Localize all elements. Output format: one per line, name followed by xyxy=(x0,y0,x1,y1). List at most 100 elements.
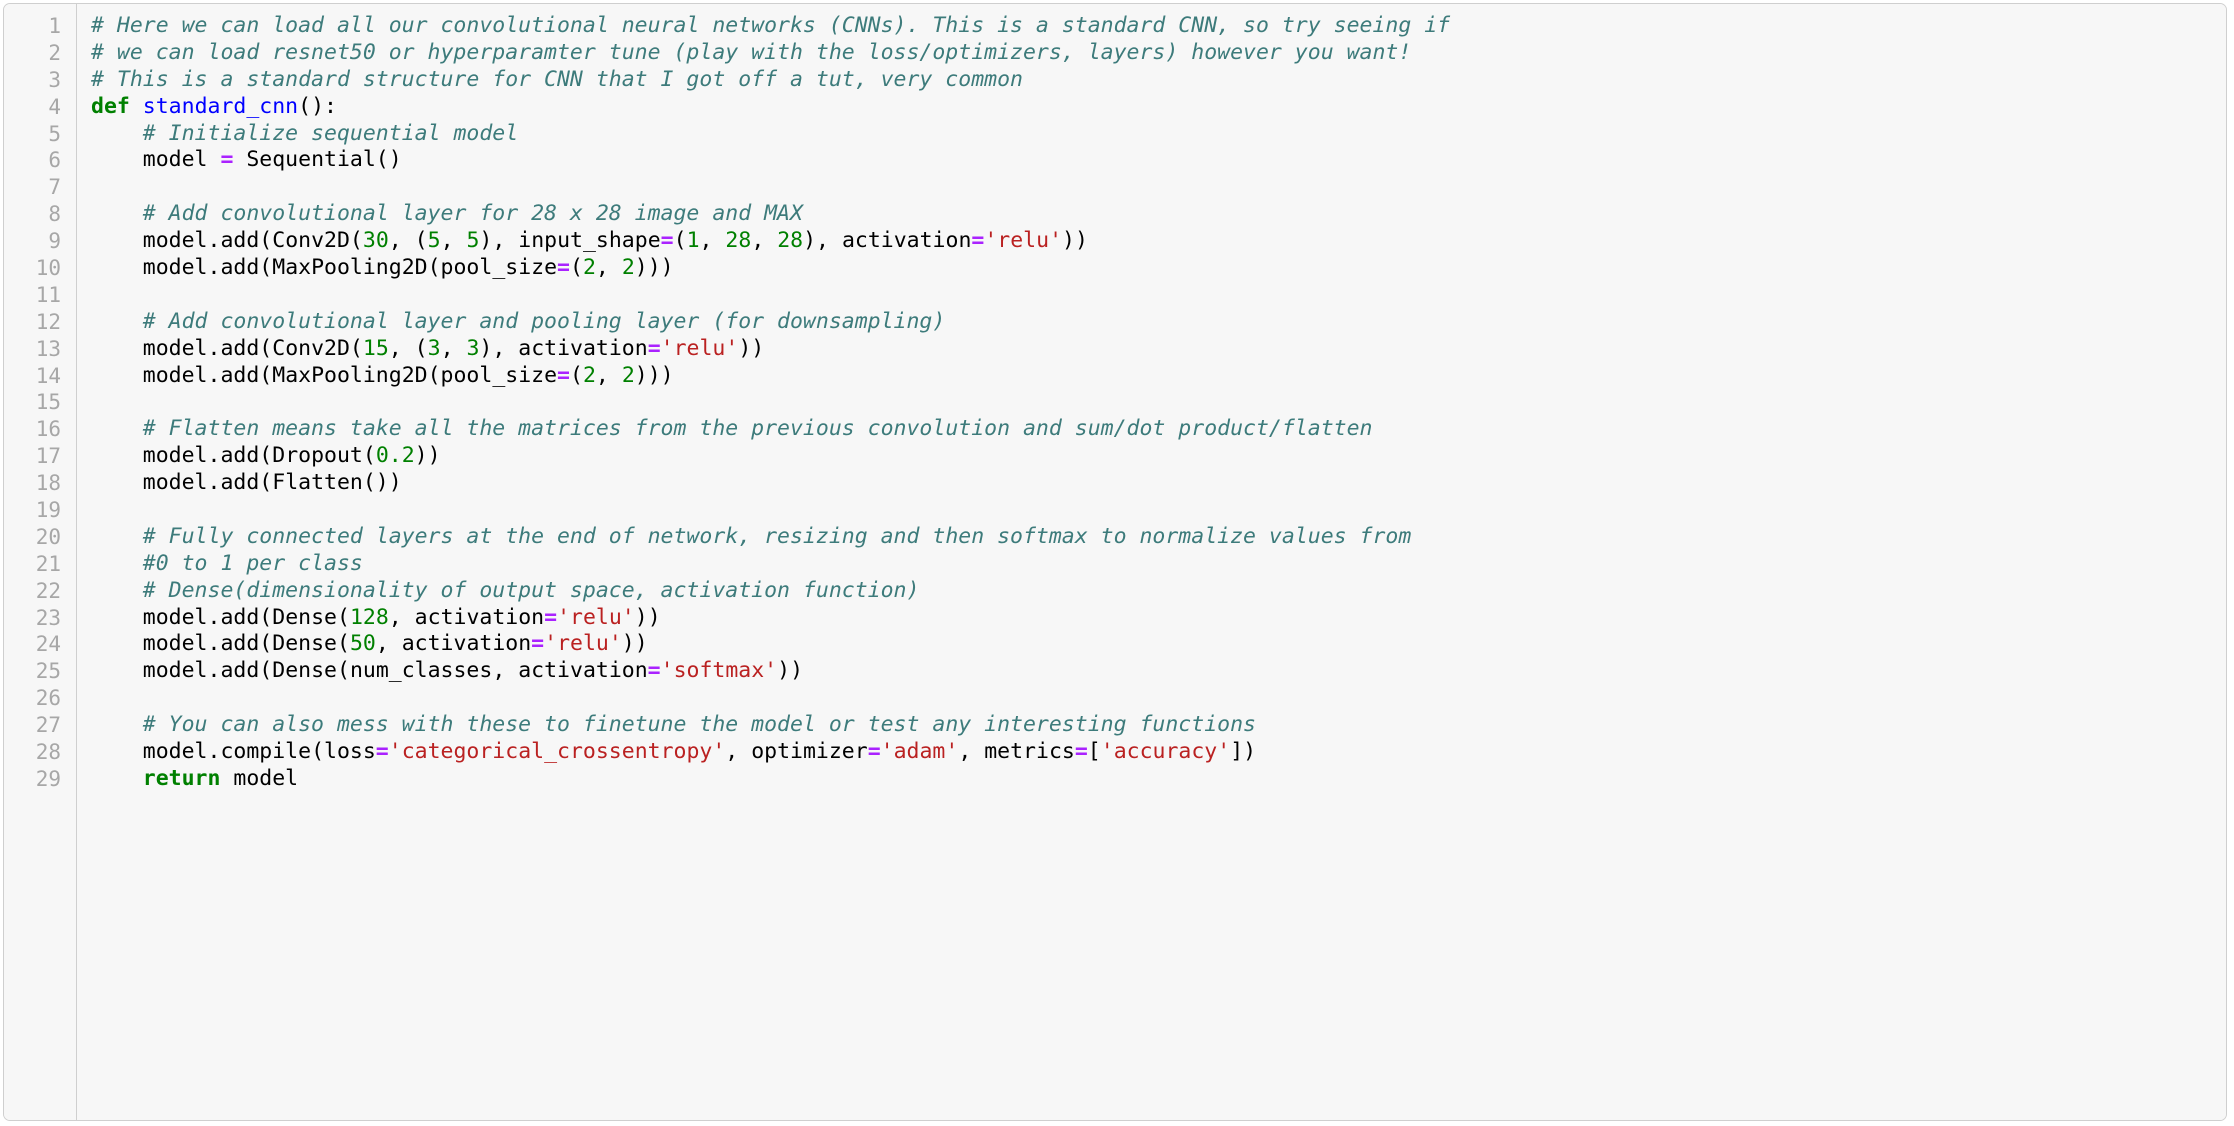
code-token-p: ( xyxy=(259,255,273,281)
code-line[interactable]: model.add(Dense(50, activation='relu')) xyxy=(91,631,2226,658)
code-line[interactable]: model.add(Dense(num_classes, activation=… xyxy=(91,658,2226,685)
code-token-o: = xyxy=(647,658,661,684)
code-line[interactable]: # Flatten means take all the matrices fr… xyxy=(91,416,2226,443)
code-line[interactable]: # You can also mess with these to finetu… xyxy=(91,712,2226,739)
code-line[interactable]: #0 to 1 per class xyxy=(91,551,2226,578)
code-token-p: , xyxy=(725,739,739,765)
line-number: 29 xyxy=(35,766,61,791)
code-line[interactable]: model.add(Dropout(0.2)) xyxy=(91,443,2226,470)
code-line[interactable]: ​ xyxy=(91,389,2226,416)
code-token-o: = xyxy=(531,631,545,657)
code-line[interactable]: ​ xyxy=(91,174,2226,201)
code-token-p: . xyxy=(207,443,221,469)
code-token-n xyxy=(712,228,725,253)
code-token-p: , xyxy=(440,335,454,361)
code-line[interactable]: # Add convolutional layer for 28 x 28 im… xyxy=(91,201,2226,228)
code-line[interactable]: # Here we can load all our convolutional… xyxy=(91,13,2226,40)
code-token-n xyxy=(91,551,143,576)
code-token-n xyxy=(91,578,143,603)
code-token-o: = xyxy=(647,335,661,361)
code-token-n: add xyxy=(220,362,260,388)
code-line[interactable]: model.add(Conv2D(15, (3, 3), activation=… xyxy=(91,336,2226,363)
code-line[interactable]: model.add(MaxPooling2D(pool_size=(2, 2))… xyxy=(91,255,2226,282)
code-line[interactable]: return model xyxy=(91,766,2226,793)
code-token-s: 'categorical_crossentropy' xyxy=(388,739,726,765)
code-token-n xyxy=(91,524,143,549)
code-line[interactable]: model.add(MaxPooling2D(pool_size=(2, 2))… xyxy=(91,363,2226,390)
code-token-n: Conv2D xyxy=(272,335,350,361)
code-line[interactable]: ​ xyxy=(91,685,2226,712)
code-token-s: 'relu' xyxy=(660,335,739,361)
code-line[interactable]: model = Sequential() xyxy=(91,147,2226,174)
code-token-p: )) xyxy=(1062,228,1088,254)
code-token-n: model xyxy=(91,147,221,173)
line-number: 23 xyxy=(35,605,61,630)
code-token-p: )) xyxy=(777,658,804,684)
code-token-o: = xyxy=(660,228,674,254)
code-token-n xyxy=(609,363,622,388)
code-token-mi: 5 xyxy=(466,228,480,254)
code-line[interactable]: model.compile(loss='categorical_crossent… xyxy=(91,739,2226,766)
code-token-mi: 28 xyxy=(725,228,752,254)
code-token-p: , xyxy=(595,362,609,388)
code-token-n: model xyxy=(91,604,208,630)
code-token-p: ), xyxy=(479,228,506,254)
code-token-p: ( xyxy=(259,470,273,496)
code-line[interactable]: model.add(Flatten()) xyxy=(91,470,2226,497)
code-token-n: add xyxy=(220,228,260,254)
code-content-area[interactable]: # Here we can load all our convolutional… xyxy=(77,4,2226,1120)
code-token-mi: 30 xyxy=(362,228,389,254)
code-token-k: return xyxy=(142,765,221,791)
code-token-p: . xyxy=(207,228,221,254)
code-token-n: MaxPooling2D xyxy=(272,362,428,388)
code-token-c: #0 to 1 per class xyxy=(142,550,363,576)
code-token-p: ))) xyxy=(634,255,674,281)
code-token-c: # Flatten means take all the matrices fr… xyxy=(142,416,1373,442)
code-line[interactable]: # we can load resnet50 or hyperparamter … xyxy=(91,40,2226,67)
code-token-mi: 2 xyxy=(582,362,596,388)
code-token-p: ( xyxy=(570,362,583,388)
code-token-k: def xyxy=(91,93,130,119)
code-token-p: , xyxy=(388,335,402,361)
code-token-n xyxy=(454,228,467,253)
code-line[interactable]: ​ xyxy=(91,282,2226,309)
code-token-mi: 2 xyxy=(621,255,635,281)
code-token-p: ()) xyxy=(362,470,402,496)
code-token-n: model xyxy=(91,228,208,254)
code-token-n: model xyxy=(91,658,208,684)
line-number: 2 xyxy=(48,40,61,65)
code-line[interactable]: # Add convolutional layer and pooling la… xyxy=(91,309,2226,336)
code-token-n xyxy=(91,766,143,791)
code-token-mi: 28 xyxy=(777,228,804,254)
code-token-n: Dense xyxy=(272,604,337,630)
code-line[interactable]: # Dense(dimensionality of output space, … xyxy=(91,578,2226,605)
code-token-n: Flatten xyxy=(272,470,363,496)
code-token-o: = xyxy=(375,739,389,765)
code-token-n: add xyxy=(220,604,260,630)
code-token-mi: 2 xyxy=(582,255,596,281)
code-line[interactable]: # This is a standard structure for CNN t… xyxy=(91,67,2226,94)
code-token-n: add xyxy=(220,631,260,657)
code-token-p: ]) xyxy=(1230,739,1257,765)
code-line[interactable]: def standard_cnn(): xyxy=(91,94,2226,121)
code-line[interactable]: # Fully connected layers at the end of n… xyxy=(91,524,2226,551)
line-number: 12 xyxy=(35,309,61,334)
code-block: 1 2 3 4 5 6 7 8 9 10 11 12 13 14 15 16 17 18 19 20 21 22 23 24 2… xyxy=(4,4,2226,1120)
code-token-p: . xyxy=(207,739,221,765)
code-token-n: model xyxy=(91,443,208,469)
code-token-p: [ xyxy=(1087,739,1101,765)
code-token-p: . xyxy=(207,362,221,388)
code-line[interactable]: # Initialize sequential model xyxy=(91,121,2226,148)
code-token-p: ( xyxy=(336,631,350,657)
code-line[interactable]: model.add(Dense(128, activation='relu')) xyxy=(91,605,2226,632)
code-token-n xyxy=(91,309,143,334)
code-token-p: , xyxy=(595,255,609,281)
code-token-n xyxy=(764,228,777,253)
code-token-p: ( xyxy=(259,335,273,361)
code-token-n: model xyxy=(91,335,208,361)
code-token-s: 'relu' xyxy=(984,228,1063,254)
line-number: 19 xyxy=(35,498,61,523)
code-line[interactable]: ​ xyxy=(91,497,2226,524)
code-token-n: model xyxy=(91,470,208,496)
code-line[interactable]: model.add(Conv2D(30, (5, 5), input_shape… xyxy=(91,228,2226,255)
